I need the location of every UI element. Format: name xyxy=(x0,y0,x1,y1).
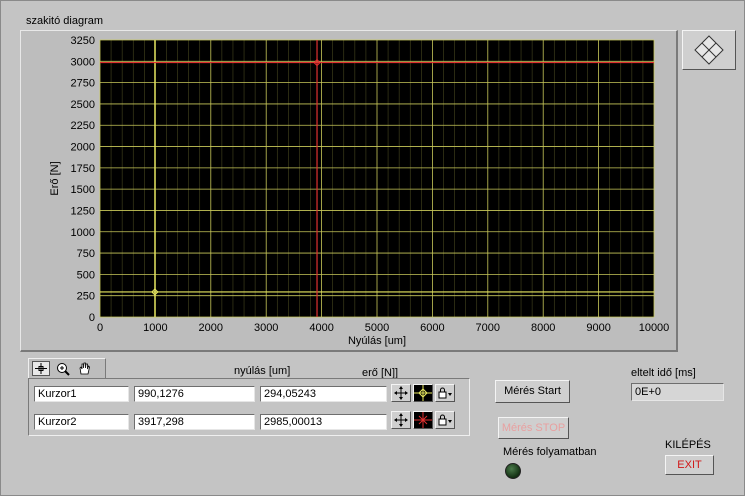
cursor1-lock-button[interactable] xyxy=(435,384,455,402)
y-axis-label: Erő [N] xyxy=(49,161,61,195)
running-label: Mérés folyamatban xyxy=(503,446,597,458)
y-tick-label: 1000 xyxy=(71,227,95,239)
y-tick-label: 500 xyxy=(77,269,95,281)
x-tick-label: 6000 xyxy=(420,322,444,334)
cursor1-name[interactable]: Kurzor1 xyxy=(34,386,129,402)
hand-pan-icon xyxy=(79,362,90,375)
y-tick-label: 2000 xyxy=(71,142,95,154)
zoom-icon xyxy=(57,363,70,376)
y-tick-label: 0 xyxy=(89,312,95,324)
y-tick-label: 2500 xyxy=(71,99,95,111)
elapsed-time-value: 0E+0 xyxy=(631,383,724,401)
y-tick-label: 2750 xyxy=(71,78,95,90)
y-tick-label: 3000 xyxy=(71,56,95,68)
chart[interactable]: 0 1000 2000 3000 4000 5000 6000 7000 8000 9000 100… xyxy=(20,30,678,352)
elapsed-time-label: eltelt idő [ms] xyxy=(631,367,696,379)
cursor2-style-button[interactable] xyxy=(413,411,433,429)
x-tick-label: 9000 xyxy=(586,322,610,334)
cursor1-move-button[interactable] xyxy=(391,384,411,402)
y-tick-label: 1500 xyxy=(71,184,95,196)
running-led-indicator xyxy=(505,463,521,479)
x-tick-label: 2000 xyxy=(199,322,223,334)
lock-dropdown-icon xyxy=(438,387,452,399)
y-tick-label: 1750 xyxy=(71,163,95,175)
x-tick-label: 4000 xyxy=(309,322,333,334)
start-measurement-button[interactable]: Mérés Start xyxy=(495,380,570,403)
cursor2-y-value[interactable]: 2985,00013 xyxy=(260,414,387,430)
x-tick-label: 10000 xyxy=(639,322,670,334)
x-tick-label: 7000 xyxy=(476,322,500,334)
cursor1-y-value[interactable]: 294,05243 xyxy=(260,386,387,402)
cursor-move-icon xyxy=(35,363,47,374)
cursor1-x-value[interactable]: 990,1276 xyxy=(134,386,255,402)
y-tick-label: 3250 xyxy=(71,35,95,47)
scale-legend-button[interactable] xyxy=(682,30,736,70)
cursor1-style-icon xyxy=(414,385,432,401)
y-tick-label: 2250 xyxy=(71,120,95,132)
x-tick-label: 8000 xyxy=(531,322,555,334)
y-tick-label: 250 xyxy=(77,291,95,303)
x-tick-label: 5000 xyxy=(365,322,389,334)
y-tick-label: 750 xyxy=(77,248,95,260)
graph-tool-palette xyxy=(28,358,106,378)
exit-caption: KILÉPÉS xyxy=(665,439,711,451)
x-tick-label: 1000 xyxy=(143,322,167,334)
cursor2-lock-button[interactable] xyxy=(435,411,455,429)
diamond-x-icon xyxy=(694,35,724,65)
exit-button[interactable]: EXIT xyxy=(665,455,714,475)
x-tick-label: 3000 xyxy=(254,322,278,334)
cursor2-x-value[interactable]: 3917,298 xyxy=(134,414,255,430)
four-way-arrow-icon xyxy=(394,413,408,427)
cursor2-move-button[interactable] xyxy=(391,411,411,429)
cursor2-style-icon xyxy=(414,412,432,428)
x-tick-label: 0 xyxy=(97,322,103,334)
zoom-tool[interactable] xyxy=(54,361,72,376)
cursor1-style-button[interactable] xyxy=(413,384,433,402)
cursor2-name[interactable]: Kurzor2 xyxy=(34,414,129,430)
x-axis-label: Nyúlás [um] xyxy=(348,335,406,347)
cursor-move-tool[interactable] xyxy=(32,361,50,376)
cursor-header-x: nyúlás [um] xyxy=(234,365,291,377)
lock-dropdown-icon xyxy=(438,414,452,426)
y-tick-label: 1250 xyxy=(71,205,95,217)
graph-title: szakitó diagram xyxy=(26,15,104,27)
stop-measurement-button[interactable]: Mérés STOP xyxy=(498,417,569,439)
four-way-arrow-icon xyxy=(394,386,408,400)
pan-tool[interactable] xyxy=(76,361,94,376)
